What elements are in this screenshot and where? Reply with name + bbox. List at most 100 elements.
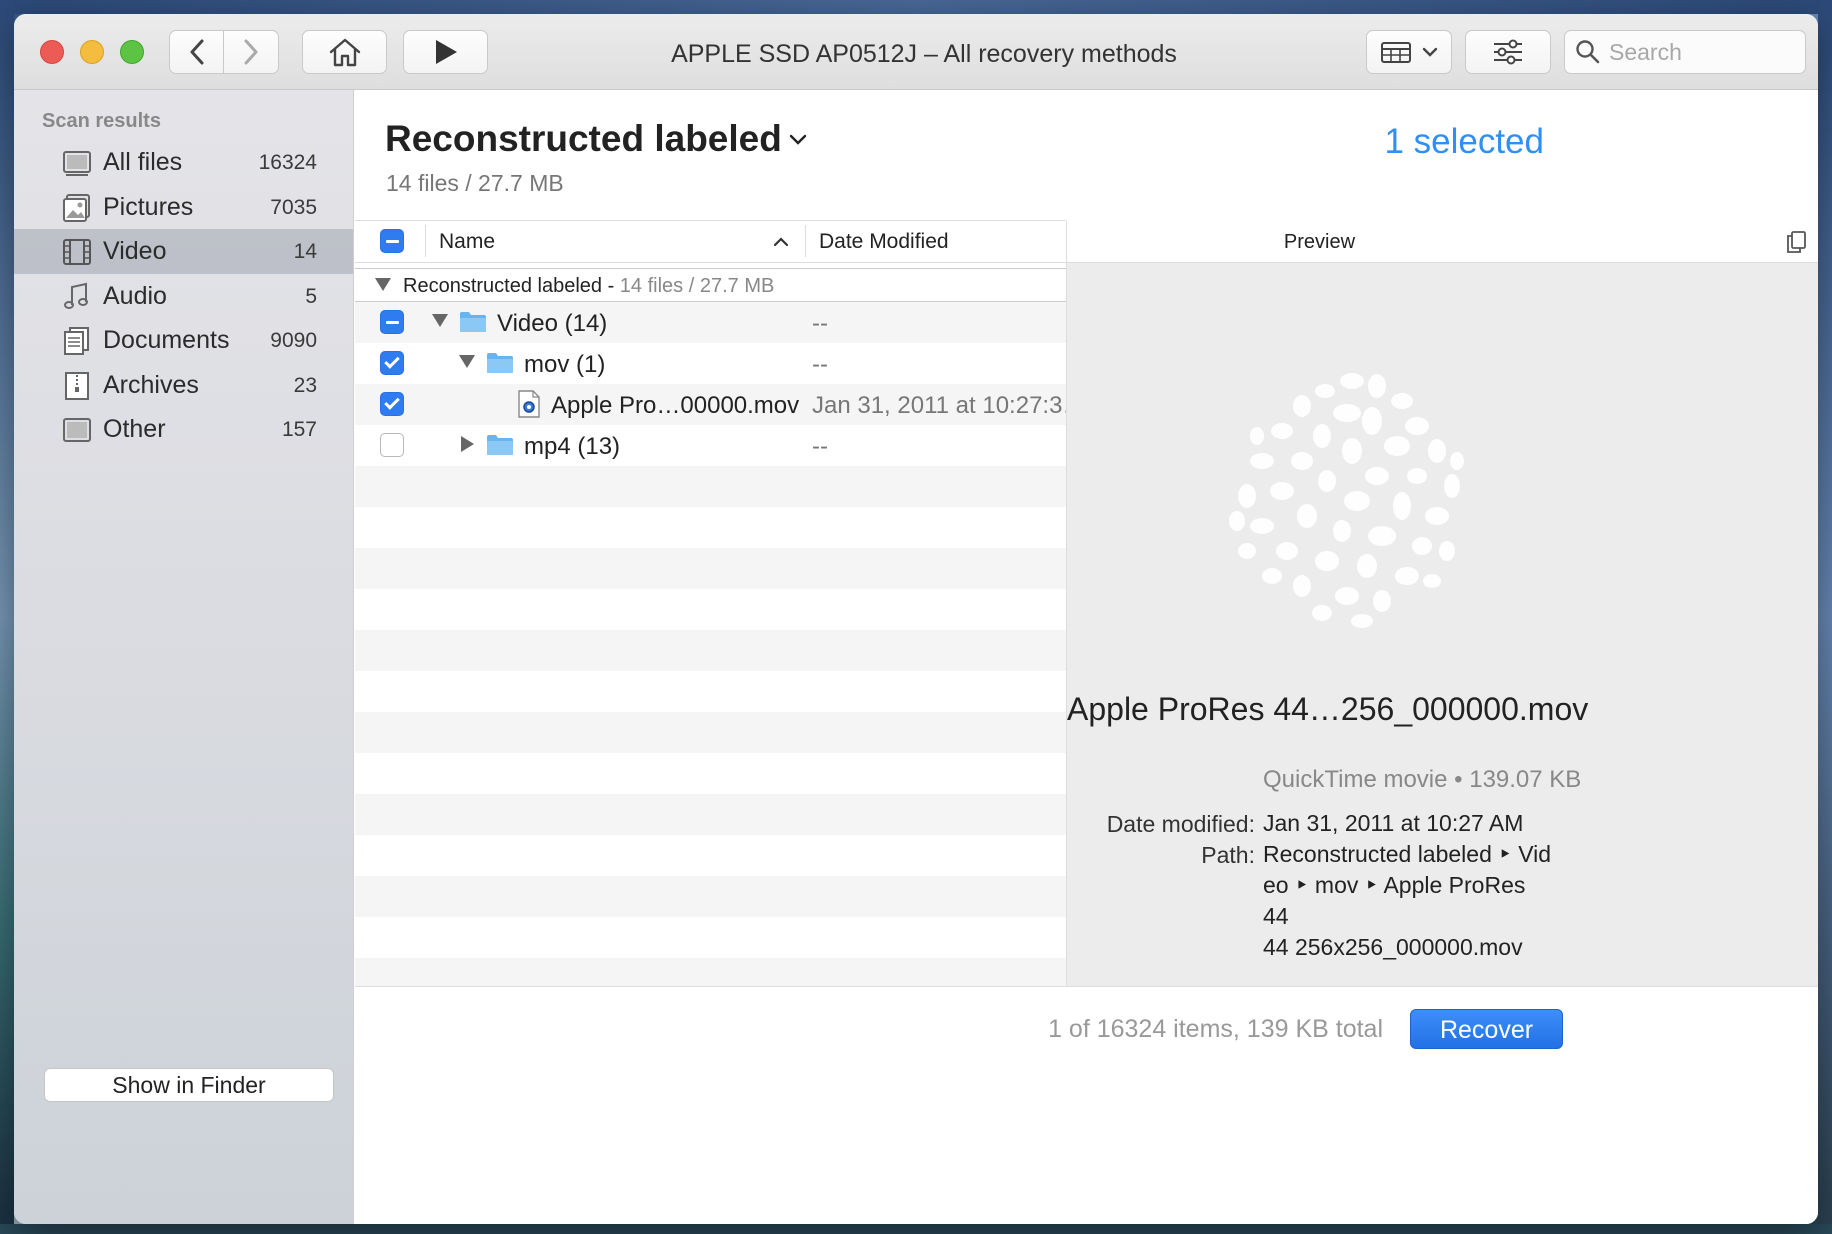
desktop-background-top — [0, 0, 1832, 14]
chevron-down-icon — [1422, 47, 1438, 57]
search-input[interactable] — [1609, 38, 1789, 66]
preview-title: Preview — [1283, 231, 1356, 253]
select-all-checkbox[interactable] — [380, 229, 404, 253]
sort-ascending-icon[interactable] — [773, 236, 789, 248]
group-label: Reconstructed labeled - 14 files / 27.7 … — [403, 275, 774, 298]
filter-button[interactable] — [1465, 30, 1551, 74]
row-checkbox[interactable] — [380, 351, 404, 375]
preview-file-name: Apple ProRes 44…256_000000.mov — [1067, 691, 1589, 727]
search-field[interactable] — [1564, 30, 1806, 74]
row-name: Apple Pro…00000.mov — [551, 392, 800, 419]
group-header[interactable]: Reconstructed labeled - 14 files / 27.7 … — [355, 268, 1066, 302]
show-in-finder-button[interactable]: Show in Finder — [44, 1068, 334, 1102]
column-header-date-modified[interactable]: Date Modified — [819, 230, 949, 254]
pictures-icon — [63, 194, 90, 222]
column-separator — [425, 225, 426, 257]
row-date: Jan 31, 2011 at 10:27:3… — [812, 392, 1066, 419]
sidebar-item-count: 14 — [293, 239, 317, 263]
sidebar-item-count: 157 — [281, 417, 317, 441]
group-name: Reconstructed labeled — [403, 275, 603, 297]
preview-panel: Preview Apple ProRes 44…256_000000.mov Q… — [1066, 221, 1818, 986]
sidebar: Scan results All files 16324 Pictures 70… — [14, 90, 354, 1224]
sidebar-item-count: 7035 — [270, 195, 317, 219]
view-mode-button[interactable] — [1366, 30, 1452, 74]
location-summary: 14 files / 27.7 MB — [386, 170, 564, 196]
date-modified-value: Jan 31, 2011 at 10:27 AM — [1263, 810, 1524, 836]
empty-row — [355, 589, 1066, 630]
empty-row — [355, 630, 1066, 671]
forward-button[interactable] — [224, 30, 279, 74]
row-name: mp4 (13) — [524, 433, 621, 460]
location-title[interactable]: Reconstructed labeled — [385, 118, 808, 160]
column-separator — [805, 225, 806, 257]
empty-row — [355, 794, 1066, 835]
path-line: eo ‣ mov ‣ Apple ProRes 44 — [1263, 872, 1526, 929]
path-line: 44 256x256_000000.mov — [1263, 934, 1523, 960]
folder-icon — [460, 312, 486, 332]
sidebar-item-other[interactable]: Other 157 — [14, 407, 353, 452]
table-row[interactable]: Video (14) -- — [355, 302, 1066, 343]
sidebar-item-label: Video — [103, 237, 167, 265]
scan-play-button[interactable] — [403, 30, 488, 74]
row-name: Video (14) — [497, 310, 608, 337]
sidebar-item-count: 16324 — [258, 150, 317, 174]
row-name: mov (1) — [524, 351, 606, 378]
path-line: Reconstructed labeled ‣ Vid — [1263, 841, 1552, 867]
empty-row — [355, 876, 1066, 917]
empty-row — [355, 548, 1066, 589]
other-icon — [63, 418, 91, 442]
sidebar-item-pictures[interactable]: Pictures 7035 — [14, 185, 353, 230]
folder-icon — [487, 353, 513, 373]
row-checkbox[interactable] — [380, 433, 404, 457]
disclosure-triangle-icon[interactable] — [375, 278, 391, 291]
documents-icon — [64, 327, 89, 355]
table-row[interactable]: mov (1) -- — [355, 343, 1066, 384]
sidebar-item-archives[interactable]: Archives 23 — [14, 363, 353, 408]
path-value: Reconstructed labeled ‣ Vid eo ‣ mov ‣ A… — [1263, 839, 1553, 963]
sidebar-item-audio[interactable]: Audio 5 — [14, 274, 353, 319]
table-row[interactable]: mp4 (13) -- — [355, 425, 1066, 466]
chevron-down-icon — [789, 134, 807, 145]
path-label: Path: — [1201, 842, 1255, 868]
group-meta: 14 files / 27.7 MB — [619, 275, 775, 297]
empty-row — [355, 753, 1066, 794]
preview-file-kind: QuickTime movie • 139.07 KB — [1263, 766, 1582, 793]
row-date: -- — [812, 433, 828, 460]
quicktime-file-icon — [518, 390, 540, 418]
archives-icon — [65, 372, 89, 400]
toolbar: APPLE SSD AP0512J – All recovery methods — [14, 14, 1818, 90]
audio-icon — [64, 282, 88, 309]
sidebar-item-count: 23 — [293, 373, 317, 397]
sidebar-item-label: Archives — [103, 371, 199, 399]
loading-spinner-icon — [1229, 373, 1464, 628]
row-checkbox[interactable] — [380, 392, 404, 416]
row-checkbox[interactable] — [380, 310, 404, 334]
home-icon — [329, 38, 360, 67]
disclosure-triangle-icon[interactable] — [459, 355, 475, 368]
column-header-name[interactable]: Name — [439, 230, 495, 254]
sliders-icon — [1494, 39, 1522, 65]
sidebar-item-all-files[interactable]: All files 16324 — [14, 140, 353, 185]
disclosure-triangle-icon[interactable] — [461, 436, 474, 452]
empty-row — [355, 835, 1066, 876]
recover-button[interactable]: Recover — [1410, 1009, 1563, 1049]
window-title: APPLE SSD AP0512J – All recovery methods — [671, 40, 1177, 68]
close-window-button[interactable] — [40, 40, 64, 64]
sidebar-item-label: Documents — [103, 326, 230, 354]
copy-icon[interactable] — [1785, 230, 1807, 254]
date-modified-label: Date modified: — [1106, 811, 1255, 837]
sidebar-heading: Scan results — [42, 110, 161, 132]
selection-status: 1 of 16324 items, 139 KB total — [1048, 1015, 1383, 1043]
disclosure-triangle-icon[interactable] — [432, 314, 448, 327]
empty-row — [355, 507, 1066, 548]
video-icon — [63, 239, 91, 265]
sidebar-item-documents[interactable]: Documents 9090 — [14, 318, 353, 363]
sidebar-item-video[interactable]: Video 14 — [14, 229, 353, 274]
sidebar-item-label: Audio — [103, 282, 167, 310]
table-row[interactable]: Apple Pro…00000.mov Jan 31, 2011 at 10:2… — [355, 384, 1066, 425]
back-button[interactable] — [169, 30, 224, 74]
maximize-window-button[interactable] — [120, 40, 144, 64]
minimize-window-button[interactable] — [80, 40, 104, 64]
home-button[interactable] — [302, 30, 387, 74]
sidebar-item-count: 9090 — [270, 328, 317, 352]
